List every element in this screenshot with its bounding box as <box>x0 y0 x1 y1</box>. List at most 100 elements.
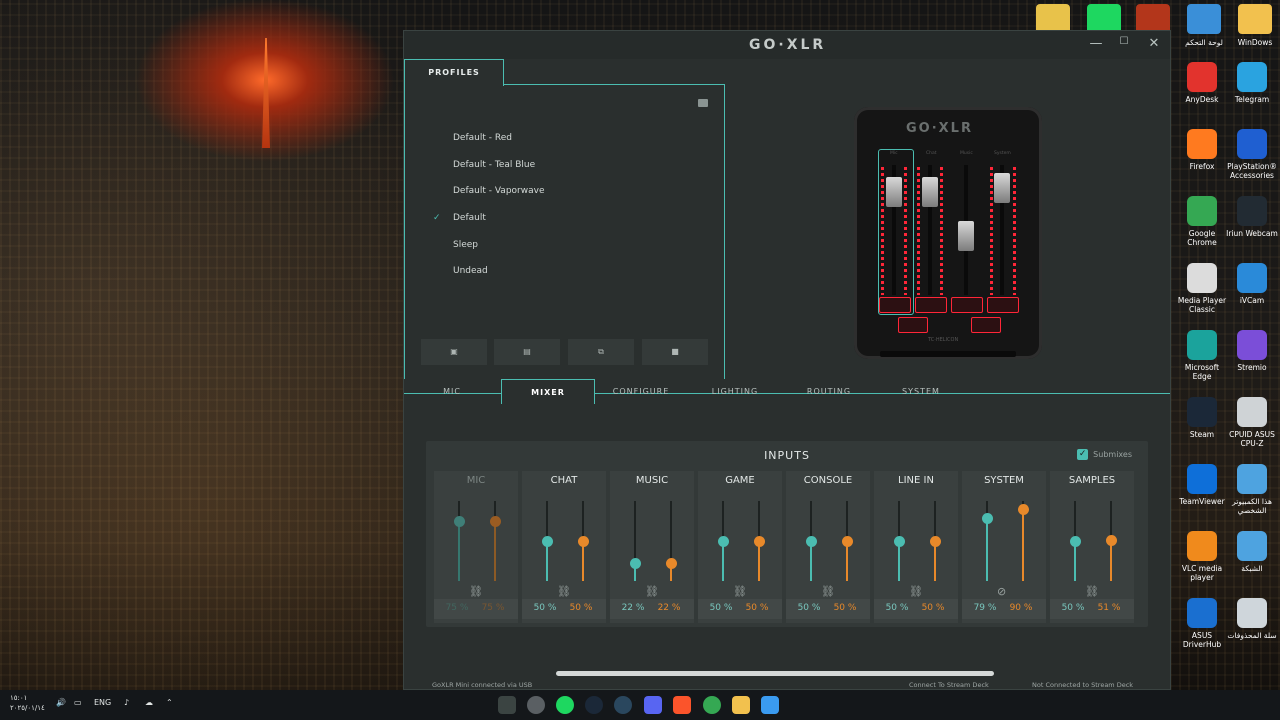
desktop-shortcut[interactable]: VLC media player <box>1176 531 1228 582</box>
desktop-shortcut[interactable]: iVCam <box>1226 263 1278 305</box>
volume-slider-b[interactable] <box>929 501 941 581</box>
volume-slider-a[interactable] <box>541 501 553 581</box>
chevron-up-icon[interactable]: ⌃ <box>166 698 173 707</box>
desktop-shortcut[interactable]: Media Player Classic <box>1176 263 1228 314</box>
volume-slider-b[interactable] <box>665 501 677 581</box>
slider-thumb[interactable] <box>805 536 817 547</box>
tab-routing[interactable]: ROUTING <box>784 379 874 403</box>
desktop-shortcut[interactable]: TeamViewer <box>1176 464 1228 506</box>
checkbox-icon[interactable]: ✓ <box>1077 449 1089 460</box>
steam-taskbar-icon[interactable] <box>614 696 632 714</box>
slider-thumb[interactable] <box>453 516 465 527</box>
close-button[interactable]: ✕ <box>1142 36 1166 51</box>
tab-profiles[interactable]: PROFILES <box>404 59 504 86</box>
slider-thumb[interactable] <box>841 536 853 547</box>
link-icon[interactable]: ⛓ <box>469 585 483 598</box>
profile-item[interactable]: Default - Vaporwave <box>433 178 545 205</box>
volume-slider-a[interactable] <box>893 501 905 581</box>
slider-thumb[interactable] <box>1069 536 1081 547</box>
tab-mic[interactable]: MIC <box>404 379 500 403</box>
volume-slider-a[interactable] <box>717 501 729 581</box>
slider-thumb[interactable] <box>753 536 765 547</box>
language-indicator[interactable]: ENG <box>94 698 111 707</box>
slider-thumb[interactable] <box>489 516 501 527</box>
discord-taskbar-icon[interactable] <box>644 696 662 714</box>
link-icon[interactable]: ⛓ <box>645 585 659 598</box>
volume-slider-b[interactable] <box>1105 501 1117 581</box>
profile-item[interactable]: Undead <box>433 258 545 285</box>
slider-thumb[interactable] <box>1105 535 1117 547</box>
delete-profile-button[interactable]: ■ <box>642 339 708 365</box>
desktop-shortcut[interactable]: Firefox <box>1176 129 1228 171</box>
volume-slider-b[interactable] <box>577 501 589 581</box>
link-icon[interactable]: ⛓ <box>733 585 747 598</box>
slider-thumb[interactable] <box>541 536 553 547</box>
desktop-shortcut[interactable]: Iriun Webcam <box>1226 196 1278 238</box>
camera-icon[interactable] <box>698 99 708 107</box>
copy-profile-button[interactable]: ⧉ <box>568 339 634 365</box>
app-taskbar-icon[interactable] <box>527 696 545 714</box>
slider-thumb[interactable] <box>981 512 993 524</box>
slider-thumb[interactable] <box>717 536 729 547</box>
desktop-shortcut[interactable]: Steam <box>1176 397 1228 439</box>
volume-slider-b[interactable] <box>1017 501 1029 581</box>
volume-slider-a[interactable] <box>453 501 465 581</box>
desktop-shortcut[interactable]: Telegram <box>1226 62 1278 104</box>
volume-slider-a[interactable] <box>629 501 641 581</box>
volume-icon[interactable]: 🔊 <box>56 698 66 707</box>
volume-slider-a[interactable] <box>981 501 993 581</box>
desktop-shortcut[interactable]: الشبكة <box>1226 531 1278 573</box>
link-icon[interactable]: ⛓ <box>909 585 923 598</box>
tab-mixer[interactable]: MIXER <box>501 379 595 404</box>
desktop-shortcut[interactable]: هذا الكمبيوتر الشخصي <box>1226 464 1278 515</box>
maximize-button[interactable]: ☐ <box>1112 36 1136 47</box>
desktop-shortcut[interactable]: سلة المحذوفات <box>1226 598 1278 640</box>
slider-thumb[interactable] <box>665 558 677 570</box>
slider-thumb[interactable] <box>893 536 905 547</box>
desktop-shortcut[interactable]: Microsoft Edge <box>1176 330 1228 381</box>
brave-taskbar-icon[interactable] <box>673 696 691 714</box>
unlink-icon[interactable]: ⊘ <box>997 585 1006 598</box>
profile-item[interactable]: Sleep <box>433 232 545 259</box>
volume-slider-b[interactable] <box>489 501 501 581</box>
file-explorer-taskbar-icon[interactable] <box>732 696 750 714</box>
horizontal-scrollbar[interactable] <box>556 671 994 676</box>
desktop-shortcut[interactable]: ASUS DriverHub <box>1176 598 1228 649</box>
new-profile-button[interactable]: ▤ <box>494 339 560 365</box>
goxlr-taskbar-icon[interactable] <box>498 696 516 714</box>
profile-item[interactable]: Default - Teal Blue <box>433 152 545 179</box>
slider-thumb[interactable] <box>577 536 589 547</box>
slider-thumb[interactable] <box>1017 504 1029 515</box>
submixes-toggle[interactable]: ✓ Submixes <box>1077 449 1132 460</box>
desktop-shortcut[interactable]: AnyDesk <box>1176 62 1228 104</box>
link-icon[interactable]: ⛓ <box>1085 585 1099 598</box>
clock[interactable]: ١٥:٠١ ٢٠٢٥/٠١/١٤ <box>10 693 45 713</box>
network-icon[interactable]: ▭ <box>74 698 82 707</box>
stream-deck-connect-link[interactable]: Connect To Stream Deck <box>909 681 989 689</box>
tab-system[interactable]: SYSTEM <box>876 379 966 403</box>
desktop-shortcut[interactable]: CPUID ASUS CPU-Z <box>1226 397 1278 448</box>
cloud-icon[interactable]: ☁ <box>145 698 153 707</box>
slider-thumb[interactable] <box>629 558 641 570</box>
profile-item[interactable]: Default - Red <box>433 125 545 152</box>
volume-slider-b[interactable] <box>841 501 853 581</box>
microphone-icon[interactable]: ♪ <box>124 698 129 707</box>
volume-slider-a[interactable] <box>1069 501 1081 581</box>
desktop-shortcut[interactable]: Google Chrome <box>1176 196 1228 247</box>
slider-thumb[interactable] <box>929 536 941 547</box>
minimize-button[interactable]: — <box>1084 36 1108 51</box>
save-profile-button[interactable]: ▣ <box>421 339 487 365</box>
spotify-taskbar-icon[interactable] <box>556 696 574 714</box>
tab-lighting[interactable]: LIGHTING <box>690 379 780 403</box>
profile-item[interactable]: ✓ Default <box>433 205 545 232</box>
link-icon[interactable]: ⛓ <box>821 585 835 598</box>
steam-taskbar-icon[interactable] <box>585 696 603 714</box>
tab-configure[interactable]: CONFIGURE <box>596 379 686 403</box>
volume-slider-a[interactable] <box>805 501 817 581</box>
desktop-shortcut-icon[interactable] <box>1187 4 1221 34</box>
chrome-taskbar-icon[interactable] <box>703 696 721 714</box>
desktop-shortcut[interactable]: PlayStation® Accessories <box>1226 129 1278 180</box>
desktop-shortcut[interactable]: Stremio <box>1226 330 1278 372</box>
volume-slider-b[interactable] <box>753 501 765 581</box>
start-button[interactable] <box>761 696 779 714</box>
